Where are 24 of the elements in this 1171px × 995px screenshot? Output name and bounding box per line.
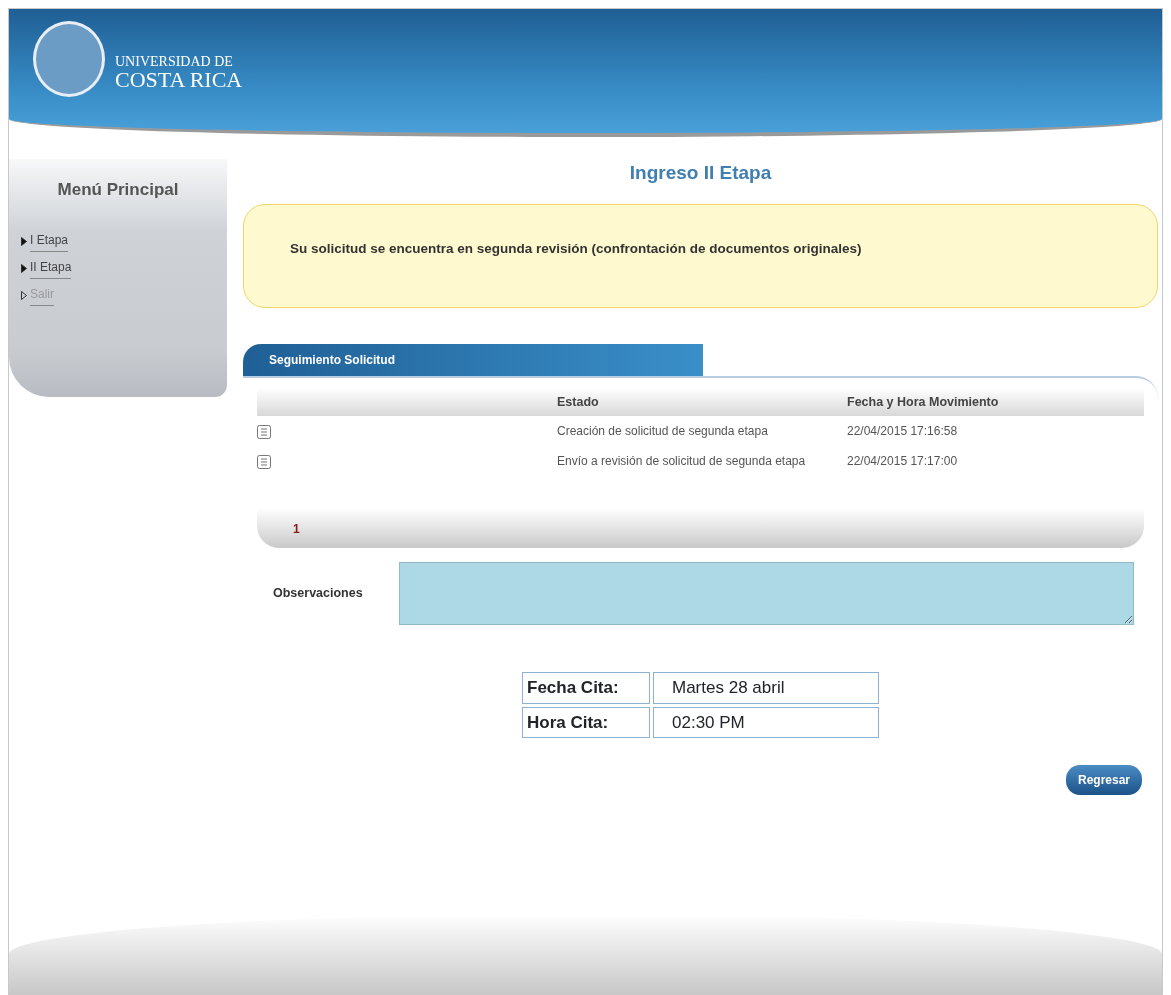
menu-link[interactable]: I Etapa: [30, 230, 69, 252]
page-link[interactable]: 1: [293, 522, 300, 537]
table-cell-text: 22/04/2015 17:16:58: [847, 423, 959, 441]
table-cell-text: Envío a revisión de solicitud de segunda etapa: [557, 453, 807, 471]
table-cell-text: 22/04/2015 17:17:00: [847, 453, 959, 471]
field-label: Observaciones: [273, 585, 364, 603]
field-label: Hora Cita:: [522, 706, 650, 739]
field-label: Fecha Cita:: [522, 672, 650, 704]
document-icon[interactable]: [257, 455, 271, 470]
back-button[interactable]: Regresar: [1065, 765, 1142, 796]
university-name: UNIVERSIDAD DE: [115, 55, 234, 69]
column-header: Estado: [557, 393, 600, 411]
sidebar-title: Menú Principal: [56, 179, 180, 201]
document-icon[interactable]: [257, 425, 271, 440]
section-tab[interactable]: Seguimiento Solicitud: [243, 343, 703, 376]
menu-link[interactable]: II Etapa: [30, 257, 72, 279]
table-cell-text: Creación de solicitud de segunda etapa: [557, 423, 769, 441]
column-header: Fecha y Hora Movimiento: [847, 393, 1000, 411]
field-value: Martes 28 abril: [653, 672, 879, 704]
university-name: COSTA RICA: [115, 69, 243, 91]
alert-message: Su solicitud se encuentra en segunda revisión (confrontación de documentos originales): [290, 239, 863, 258]
page-title: Ingreso II Etapa: [628, 161, 773, 185]
observations-field[interactable]: [399, 562, 1134, 626]
field-value: 02:30 PM: [653, 706, 879, 739]
